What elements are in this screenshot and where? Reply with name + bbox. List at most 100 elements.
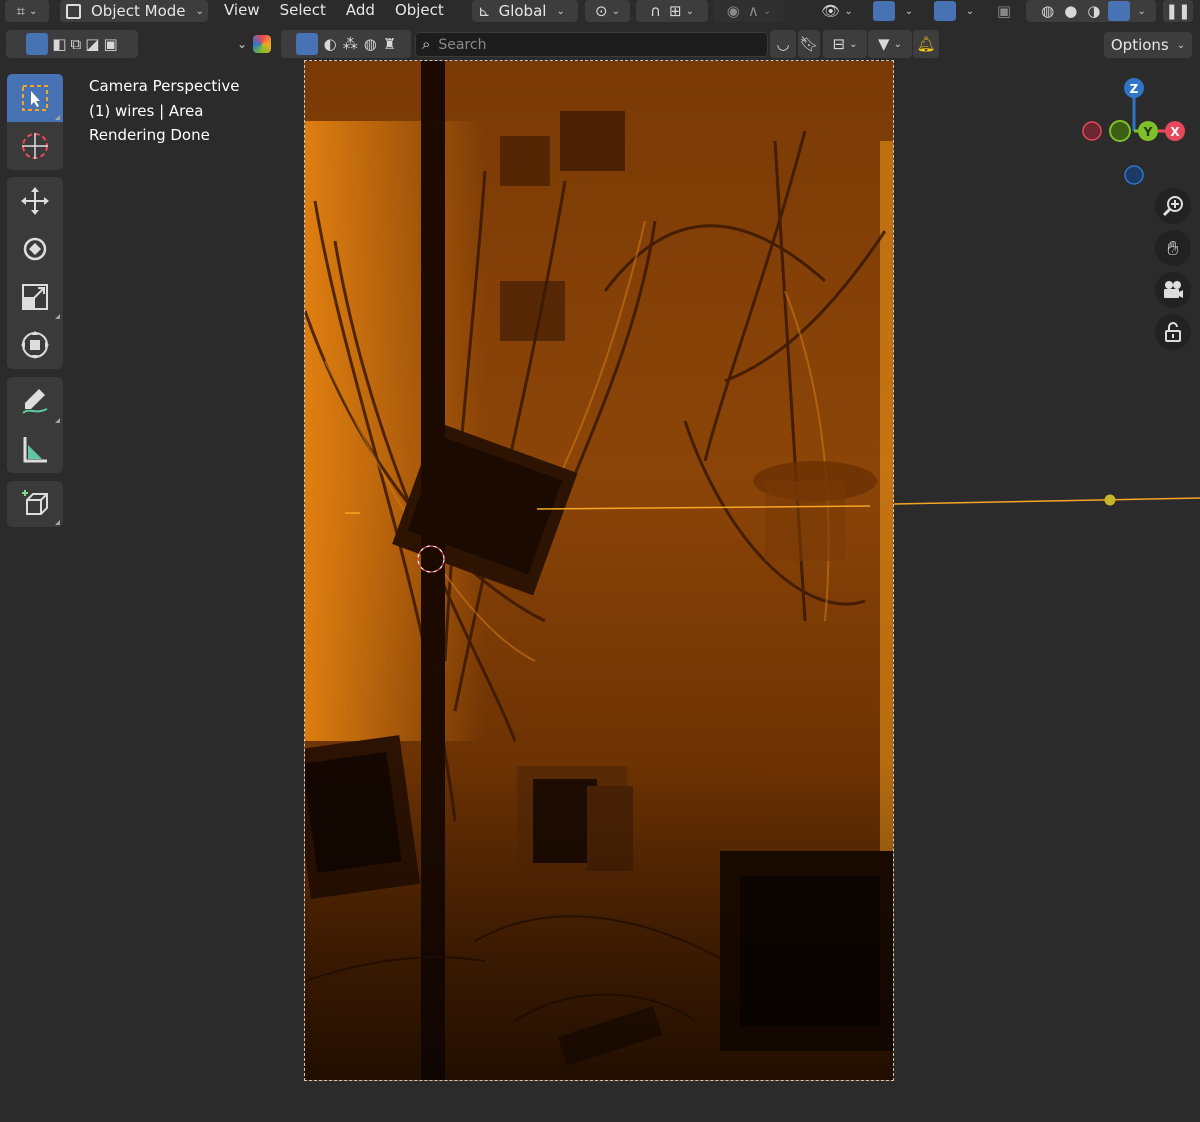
rotate-icon	[23, 237, 47, 261]
tool-options-corner-icon	[55, 520, 60, 525]
transform-orientation-dropdown[interactable]: ⊾ Global ⌄	[472, 0, 578, 22]
object-mode-label: Object Mode	[91, 2, 186, 20]
menu-select[interactable]: Select	[270, 0, 336, 22]
tool-options-corner-icon	[55, 418, 60, 423]
menu-object[interactable]: Object	[385, 0, 454, 22]
particles-icon[interactable]: ⁂	[343, 36, 358, 52]
mesh-filter-icon[interactable]	[295, 33, 318, 55]
color-wheel-icon	[253, 35, 272, 53]
transform-icon	[21, 331, 49, 359]
lights-icon[interactable]: ♜	[383, 36, 396, 52]
zoom-button[interactable]	[1155, 188, 1191, 224]
material-shading-icon[interactable]: ◑	[1087, 3, 1100, 19]
options-dropdown[interactable]: Options ⌄	[1104, 32, 1192, 58]
gizmo-icon	[872, 1, 895, 21]
chevron-down-icon: ⌄	[762, 5, 772, 17]
gizmo-neg-y-axis[interactable]	[1109, 120, 1131, 142]
eye-icon: 👁	[821, 1, 841, 20]
bell-icon: 🔔︎	[916, 34, 936, 53]
cursor-tool[interactable]	[7, 122, 63, 170]
magnet-icon: ∩	[650, 1, 661, 20]
bookmark-toggle[interactable]: 🔖︎	[798, 30, 820, 58]
unlock-icon	[1165, 322, 1181, 342]
select-tools-group	[7, 74, 63, 170]
light-handle-dot[interactable]	[1104, 494, 1116, 506]
scale-tool[interactable]	[7, 273, 63, 321]
select-new-icon[interactable]	[26, 33, 49, 55]
header-menus: View Select Add Object	[214, 0, 454, 22]
transform-tool[interactable]	[7, 321, 63, 369]
gizmo-y-label: Y	[1143, 125, 1153, 139]
snap-increment-icon: ⊞	[669, 1, 682, 20]
cursor-icon	[22, 133, 48, 159]
bookmark-icon: 🔖︎	[799, 34, 819, 53]
menu-view[interactable]: View	[214, 0, 270, 22]
tool-options-corner-icon	[55, 115, 60, 120]
filter-funnel-dropdown[interactable]: ▼ ⌄	[868, 30, 912, 58]
visibility-dropdown[interactable]: 👁 ⌄	[815, 0, 859, 22]
overlays-icon	[933, 1, 956, 21]
filter-dropdown[interactable]: ⌄	[228, 30, 276, 58]
chevron-down-icon: ⌄	[904, 5, 914, 17]
hierarchy-icon: ⊟	[832, 34, 846, 53]
select-extend-icon[interactable]: ◧	[52, 36, 66, 52]
chevron-down-icon: ⌄	[195, 5, 204, 17]
move-icon	[21, 187, 49, 215]
chevron-down-icon: ⌄	[236, 37, 248, 51]
ruler-icon	[23, 437, 47, 463]
select-box-tool[interactable]	[7, 74, 63, 122]
solid-shading-icon[interactable]: ●	[1064, 3, 1077, 19]
navigation-gizmo[interactable]: Z X Y	[1076, 74, 1192, 190]
rendered-shading-icon[interactable]	[1108, 1, 1131, 21]
menu-add[interactable]: Add	[336, 0, 385, 22]
pause-render-button[interactable]: ❚❚	[1163, 0, 1193, 22]
view-name-text: Camera Perspective	[89, 77, 240, 95]
snap-toggle[interactable]: ∩ ⊞ ⌄	[636, 0, 708, 22]
funnel-icon: ▼	[878, 34, 890, 53]
header-bar: ⌗ ⌄ Object Mode ⌄ View Select Add Object …	[0, 0, 1200, 22]
chevron-down-icon: ⌄	[965, 5, 975, 17]
proportional-icon: ◉	[726, 1, 740, 20]
add-cube-tool[interactable]	[7, 481, 63, 527]
search-input[interactable]	[438, 36, 739, 53]
object-type-filters: ◐ ⁂ ◍ ♜	[281, 30, 411, 58]
secondary-toolbar: ◧ ⧉ ◪ ▣ ⌄ ◐ ⁂ ◍ ♜ ⌕ ◡ 🔖︎ ⊟⌄ ▼⌄ 🔔︎ Option…	[0, 30, 1200, 60]
falloff-curve-icon: ∧	[747, 1, 759, 20]
select-intersect-icon[interactable]: ▣	[103, 36, 117, 52]
collapse-toggle[interactable]: ◡	[770, 30, 796, 58]
camera-render-frame[interactable]	[304, 60, 894, 1081]
search-field[interactable]: ⌕	[415, 32, 768, 57]
pivot-point-dropdown[interactable]: ⊙ ⌄	[585, 0, 630, 22]
chevron-down-icon: ⌄	[29, 5, 38, 17]
gizmo-dropdown[interactable]: ⌄	[866, 0, 920, 22]
editor-type-button[interactable]: ⌗ ⌄	[5, 0, 49, 22]
camera-view-button[interactable]	[1155, 272, 1191, 308]
active-object-text: (1) wires | Area	[89, 101, 204, 120]
proportional-editing-toggle[interactable]: ◉ ∧ ⌄	[714, 0, 784, 22]
select-invert-icon[interactable]: ◪	[85, 36, 99, 52]
gizmo-neg-z-axis[interactable]	[1124, 165, 1144, 185]
pan-button[interactable]: ✋︎	[1155, 230, 1191, 266]
notifications-button[interactable]: 🔔︎	[913, 30, 939, 58]
gizmo-x-label: X	[1170, 125, 1180, 139]
xray-toggle[interactable]: ▣	[990, 0, 1018, 22]
object-mode-dropdown[interactable]: Object Mode ⌄	[60, 0, 208, 22]
lock-camera-button[interactable]	[1155, 314, 1191, 350]
rotate-tool[interactable]	[7, 225, 63, 273]
shading-mode-group: ◍ ● ◑ ⌄	[1026, 0, 1156, 22]
annotate-tool[interactable]	[7, 377, 63, 425]
shading-sphere-icon[interactable]: ◐	[324, 36, 337, 52]
gizmo-neg-x-axis[interactable]	[1082, 121, 1102, 141]
add-cube-icon	[22, 490, 48, 515]
hierarchy-dropdown[interactable]: ⊟ ⌄	[823, 30, 867, 58]
scale-icon	[22, 284, 48, 310]
wireframe-shading-icon[interactable]: ◍	[1041, 3, 1054, 19]
overlays-dropdown[interactable]: ⌄	[928, 0, 980, 22]
transform-orientation-label: Global	[498, 2, 547, 20]
chevron-down-icon: ⌄	[844, 5, 853, 17]
light-direction-line	[894, 494, 1200, 506]
move-tool[interactable]	[7, 177, 63, 225]
world-icon[interactable]: ◍	[364, 36, 377, 52]
measure-tool[interactable]	[7, 425, 63, 473]
select-subtract-icon[interactable]: ⧉	[71, 36, 82, 52]
